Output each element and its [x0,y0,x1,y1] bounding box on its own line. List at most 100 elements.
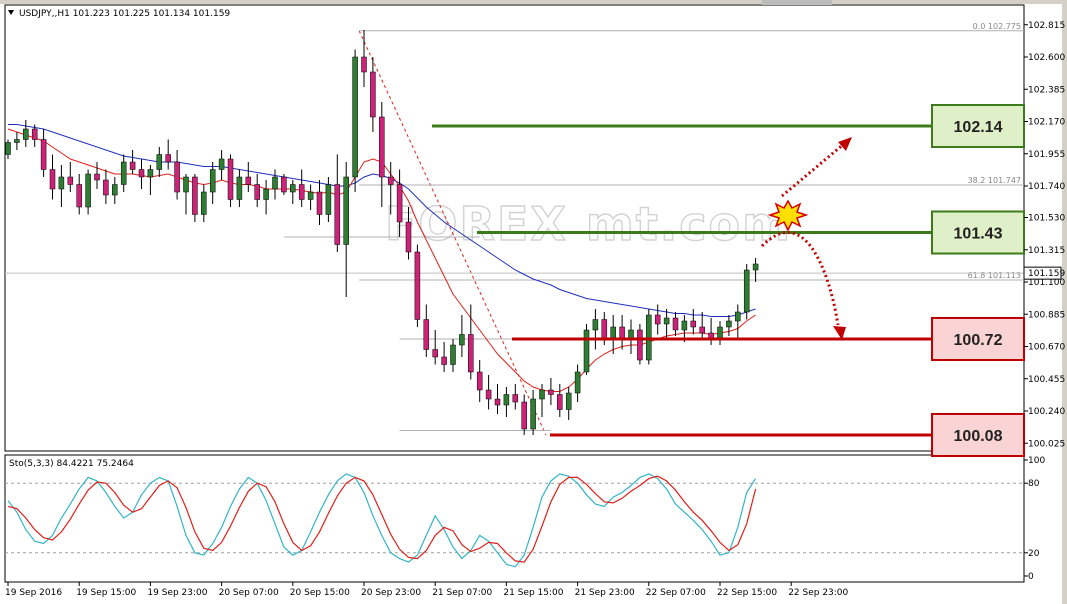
time-tick-label: 19 Sep 2016 [5,588,62,598]
price-axis: 102.815 102.600 102.385 102.170 101.955 101.7… [1023,21,1065,449]
candle-body [557,394,563,410]
candle [743,264,750,320]
candle-body [370,71,376,118]
fib-level-label: 61.8 101.113 [968,271,1021,280]
candle-body [281,176,287,193]
candle-body [690,320,697,328]
stochastic-axis: 100 80 20 0 [1024,456,1045,582]
stochastic-panel[interactable] [4,454,1025,583]
stoch-tick-label: 80 [1028,479,1040,489]
candle-body [752,263,759,271]
time-tick-label: 22 Sep 15:00 [717,588,777,598]
candle [646,309,652,365]
time-tick-label: 19 Sep 23:00 [147,588,207,598]
stoch-tick-label: 100 [1028,456,1045,466]
candle-body [40,139,47,170]
candle-body [601,319,608,340]
candle-body [743,269,750,313]
scroll-indicator[interactable] [762,0,832,5]
price-tick-label: 101.530 [1028,214,1065,224]
candle-body [227,158,234,200]
candle-body [14,139,20,143]
candle-body [209,169,216,193]
candle-body [396,184,403,223]
time-tick-label: 19 Sep 15:00 [76,588,136,598]
candle-body [717,326,723,340]
candle-body [583,329,590,373]
candle-body [49,169,56,190]
chart-canvas[interactable]: FOREX mt.com 0.0 102.775 38.2 101.747 61.8… [0,0,1067,604]
fib-level-label: 38.2 101.747 [968,176,1021,185]
candle-body [379,116,385,178]
candle-body [726,320,732,328]
level-label: 100.72 [954,332,1003,349]
price-tick-label: 102.170 [1028,118,1065,128]
price-tick-label: 100.455 [1028,375,1065,385]
watermark-text: FOREX mt.com [385,197,792,251]
candle-body [423,319,430,350]
candle-body [735,311,741,322]
candle-body [201,191,207,215]
time-tick-label: 21 Sep 15:00 [503,588,563,598]
candle-body [503,394,510,406]
price-tick-label: 101.955 [1028,150,1065,160]
price-tick-label: 101.740 [1028,182,1065,192]
candle-body [459,334,465,346]
time-tick-label: 22 Sep 23:00 [788,588,848,598]
candle [583,324,590,375]
price-tick-label: 102.815 [1028,21,1065,31]
candle-body [31,128,38,140]
candle-body [610,326,616,340]
candle-body [245,176,252,185]
price-tick-label: 102.600 [1028,53,1065,63]
candle-body [183,176,189,193]
candle-body [334,184,341,245]
candle-body [85,173,91,208]
candle-body [565,392,572,410]
candle-body [476,371,483,391]
current-price-label: 101.159 [1028,269,1065,279]
window-top-border [0,0,1067,4]
candle-body [23,128,29,140]
candle-body [236,176,243,200]
price-tick-label: 100.025 [1028,439,1065,449]
candle-body [138,169,145,178]
candle-body [637,329,643,361]
candle-body [494,398,501,406]
candle-body [94,173,100,181]
candle-body [290,184,296,193]
candle-body [699,326,705,334]
candle-body [432,349,438,358]
candle-body [548,389,554,395]
level-label: 100.08 [954,428,1003,445]
candle [281,174,287,195]
time-tick-label: 20 Sep 15:00 [290,588,350,598]
price-tick-label: 100.670 [1028,343,1065,353]
candle-body [58,176,65,190]
candle-body [352,56,358,178]
candle-body [120,161,127,185]
price-tick-label: 101.315 [1028,246,1065,256]
candle-body [76,184,82,208]
candle-body [468,334,474,373]
candle [637,324,643,365]
candle-body [592,319,599,331]
time-tick-label: 20 Sep 23:00 [361,588,421,598]
candle-body [129,161,136,170]
candle-body [672,317,679,331]
candle-body [298,184,305,200]
candle-body [521,401,527,430]
candle-body [681,320,688,331]
candle-body [450,344,456,365]
price-tick-label: 100.240 [1028,407,1065,417]
candle-body [619,326,625,340]
candle-body [174,161,180,193]
time-tick-label: 20 Sep 07:00 [219,588,279,598]
stoch-tick-label: 0 [1028,572,1034,582]
candle-body [663,317,670,325]
candle [352,49,358,192]
time-tick-label: 21 Sep 07:00 [432,588,492,598]
candle-body [405,221,412,253]
candle-body [5,142,11,155]
level-label: 101.43 [954,226,1003,243]
